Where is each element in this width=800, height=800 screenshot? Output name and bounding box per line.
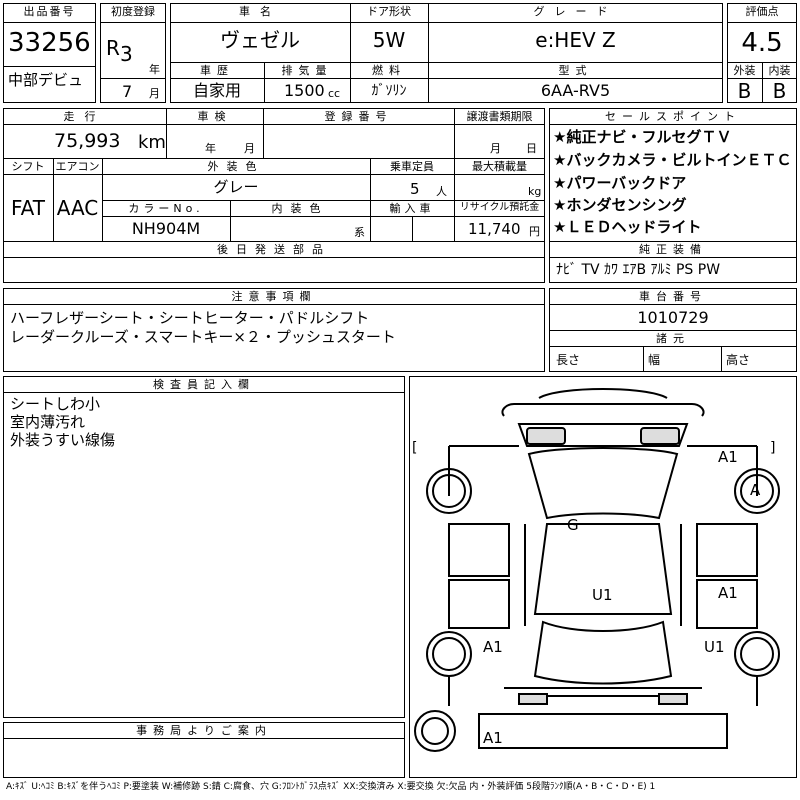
- car-diagram: [414, 388, 780, 752]
- sales-point-item: ★ホンダセンシング: [553, 196, 687, 214]
- bracket-left: [: [412, 440, 418, 456]
- exterior-grade-label: 外装: [733, 64, 756, 77]
- inspector-label: 検査員記入欄: [153, 378, 255, 391]
- inspection-label: 車検: [197, 110, 232, 123]
- chassis-number: 1010729: [637, 308, 709, 327]
- max-load-unit: kg: [528, 185, 542, 198]
- month-unit: 月: [149, 87, 160, 100]
- history: 自家用: [192, 81, 241, 100]
- inspector-line: 室内薄汚れ: [10, 413, 86, 431]
- aircon: AAC: [56, 196, 99, 220]
- fuel-label: 燃料: [372, 64, 406, 77]
- import-label: 輸入車: [389, 202, 435, 215]
- inspection-year-unit: 年: [205, 142, 216, 155]
- debut-label: 中部デビュ: [8, 71, 84, 89]
- mileage-label: 走行: [63, 110, 106, 123]
- damage-mark: A1: [718, 448, 738, 466]
- damage-mark: A1: [483, 729, 503, 747]
- capacity-label: 乗車定員: [390, 160, 434, 173]
- transfer-month-unit: 月: [490, 142, 501, 155]
- interior-grade-label: 内装: [768, 64, 791, 77]
- later-parts-label: 後日発送部品: [217, 243, 331, 256]
- model-label: 型式: [558, 64, 593, 77]
- length-label: 長さ: [556, 353, 581, 367]
- damage-mark: A: [750, 481, 761, 499]
- transfer-day-unit: 日: [526, 142, 537, 155]
- recycle-unit: 円: [529, 225, 540, 238]
- office-label: 事務局よりご案内: [136, 724, 272, 737]
- lot-number-label: 出品番号: [23, 5, 76, 18]
- dimensions-label: 諸元: [656, 332, 690, 345]
- sales-point-item: ★純正ナビ・フルセグＴＶ: [553, 128, 732, 146]
- era: R: [106, 36, 120, 60]
- first-registration-label: 初度登録: [111, 5, 155, 18]
- model: 6AA-RV5: [540, 81, 611, 100]
- month: 7: [122, 82, 133, 101]
- front-bumper: [538, 388, 668, 399]
- damage-mark: U1: [592, 586, 613, 604]
- damage-mark: A1: [718, 584, 738, 602]
- width-label: 幅: [648, 353, 661, 367]
- displacement-unit: cc: [328, 87, 341, 100]
- damage-mark: G: [567, 516, 579, 534]
- interior-color-unit: 系: [354, 226, 365, 239]
- sales-point-item: ★パワーバックドア: [553, 174, 687, 192]
- max-load-label: 最大積載量: [472, 160, 527, 173]
- capacity-unit: 人: [436, 185, 447, 198]
- transfer-deadline-label: 譲渡書類期限: [466, 110, 533, 123]
- displacement: 1500: [284, 81, 325, 100]
- bracket-right: ]: [770, 440, 776, 456]
- damage-mark: A1: [483, 638, 503, 656]
- mileage-unit: km: [138, 132, 166, 153]
- grade-label: グレード: [533, 5, 618, 18]
- sales-points-label: セールスポイント: [605, 110, 741, 123]
- equipment-label: 純正装備: [639, 243, 707, 256]
- year-unit: 年: [149, 63, 160, 76]
- car-name: ヴェゼル: [220, 28, 300, 52]
- history-label: 車歴: [200, 64, 234, 77]
- notes-line: レーダークルーズ・スマートキー×２・プッシュスタート: [10, 328, 396, 346]
- damage-mark: U1: [704, 638, 725, 656]
- capacity: 5: [410, 180, 420, 198]
- inspector-line: シートしわ小: [10, 395, 101, 413]
- fuel: ｶﾞｿﾘﾝ: [371, 83, 407, 99]
- grade: e:HEV Z: [535, 28, 616, 52]
- recycle-label: リサイクル預託金: [459, 202, 540, 213]
- chassis-number-label: 車台番号: [639, 290, 707, 303]
- lot-number: 33256: [8, 28, 91, 58]
- score: 4.5: [741, 28, 783, 58]
- sales-point-item: ★バックカメラ・ビルトインＥＴＣ: [553, 151, 792, 169]
- door-label: ドア形状: [367, 5, 411, 18]
- notes-label: 注意事項欄: [231, 290, 317, 303]
- interior-color-label: 内装色: [271, 202, 329, 215]
- mileage: 75,993: [54, 130, 121, 152]
- exterior-color-label: 外装色: [207, 160, 265, 173]
- exterior-color: グレー: [213, 178, 259, 196]
- windshield-outline: [527, 447, 679, 520]
- legend: A:ｷｽﾞ U:ﾍｺﾐ B:ｷｽﾞを伴うﾍｺﾐ P:要塗装 W:補修跡 S:錆 …: [6, 782, 656, 792]
- equipment-value: ﾅﾋﾞ TV ｶﾜ ｴｱB ｱﾙﾐ PS PW: [556, 262, 721, 278]
- registration-number-label: 登録番号: [324, 110, 393, 123]
- sales-point-item: ★ＬＥＤヘッドライト: [553, 218, 702, 236]
- score-label: 評価点: [745, 5, 779, 18]
- shift: FAT: [10, 196, 45, 220]
- color-number: NH904M: [131, 219, 201, 238]
- color-number-label: カラーNo.: [128, 202, 204, 215]
- exterior-grade: B: [737, 79, 752, 103]
- notes-line: ハーフレザーシート・シートヒーター・パドルシフト: [10, 309, 370, 327]
- height-label: 高さ: [726, 353, 751, 367]
- year: 3: [120, 42, 133, 66]
- displacement-label: 排気量: [281, 64, 333, 77]
- recycle-amount: 11,740: [468, 220, 521, 238]
- shift-label: シフト: [11, 160, 45, 173]
- aircon-label: エアコン: [55, 160, 100, 173]
- rear-window-outline: [533, 620, 673, 685]
- inspection-month-unit: 月: [244, 142, 255, 155]
- door: 5W: [372, 28, 406, 52]
- inspector-line: 外装うすい線傷: [10, 431, 116, 449]
- car-name-label: 車名: [239, 5, 281, 18]
- interior-grade: B: [772, 79, 787, 103]
